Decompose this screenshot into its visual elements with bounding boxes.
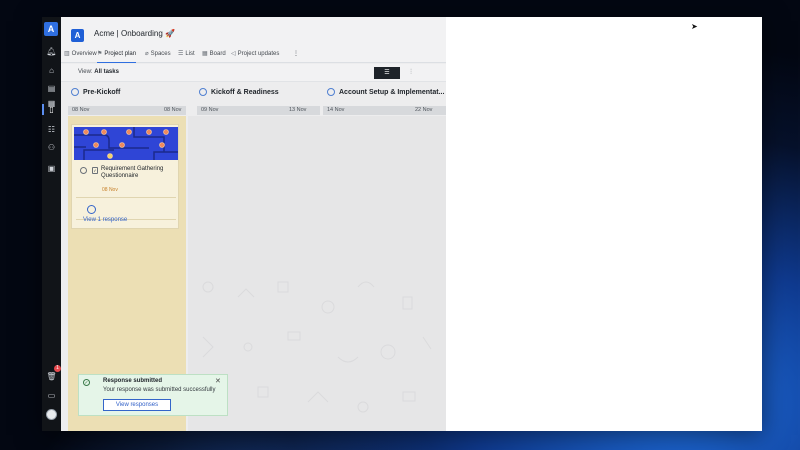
task-card[interactable]: ✓ Requirement Gathering Questionnaire 08… <box>71 124 179 229</box>
bell-icon[interactable]: 🔔︎ <box>46 46 57 57</box>
megaphone-icon: ◁ <box>231 51 236 57</box>
trash-icon[interactable]: 🗑︎ <box>46 371 57 382</box>
browser-window: A 🔔︎ ⌂ ▤ ▦ ▯ ☷ ⚇ ▣ 🗑︎ 1 ▭ A Acme | Onboa… <box>42 17 762 431</box>
chart-icon: ▥ <box>64 51 70 57</box>
phase-date-range: 09 Nov 13 Nov <box>197 106 320 115</box>
reports-icon[interactable]: ▣ <box>46 163 57 174</box>
tab-project-updates[interactable]: ◁ Project updates <box>231 50 279 63</box>
project-tabs: ▥ Overview ⚑ Project plan ⌀ Spaces ☰ List ▦ B… <box>61 48 446 63</box>
phase-header-account-setup[interactable]: Account Setup & Implementat... <box>327 88 446 102</box>
phase-header-kickoff[interactable]: Kickoff & Readiness <box>199 88 314 102</box>
clip-icon: ⌀ <box>145 51 149 57</box>
tab-list[interactable]: ☰ List <box>178 50 195 63</box>
list-view-toggle[interactable]: ☰ <box>374 67 400 79</box>
list-icon: ☰ <box>178 51 184 57</box>
inbox-icon[interactable]: ▤ <box>46 83 57 94</box>
success-toast: ✓ Response submitted Your response was s… <box>78 374 228 416</box>
task-due-date: 08 Nov <box>102 187 118 193</box>
view-response-link[interactable]: View 1 response <box>83 217 127 223</box>
close-icon[interactable]: ✕ <box>215 377 221 385</box>
app-logo[interactable]: A <box>44 22 58 36</box>
timeline-view-toggle[interactable]: ⫶ <box>405 67 417 79</box>
view-filter[interactable]: View: All tasks <box>78 69 119 75</box>
user-avatar[interactable] <box>46 409 57 420</box>
project-title[interactable]: Acme | Onboarding 🚀 <box>94 29 175 38</box>
divider <box>76 197 176 198</box>
assignee-icon[interactable] <box>87 205 96 214</box>
left-nav-rail: A 🔔︎ ⌂ ▤ ▦ ▯ ☷ ⚇ ▣ 🗑︎ 1 ▭ <box>42 17 61 431</box>
phase-status-circle[interactable] <box>71 88 79 96</box>
view-responses-button[interactable]: View responses <box>103 399 171 411</box>
task-name[interactable]: Requirement Gathering Questionnaire <box>101 166 179 180</box>
phase-date-range: 14 Nov 22 Nov <box>323 106 446 115</box>
tasks-icon[interactable]: ☷ <box>46 124 57 135</box>
home-icon[interactable]: ⌂ <box>46 65 57 76</box>
task-complete-checkbox[interactable] <box>80 167 87 174</box>
plan-icon: ⚑ <box>97 51 103 57</box>
tab-overview[interactable]: ▥ Overview <box>64 50 97 63</box>
board-icon: ▦ <box>202 51 208 57</box>
phase-header-pre-kickoff[interactable]: Pre-Kickoff <box>71 88 181 102</box>
toast-title: Response submitted <box>103 378 163 384</box>
side-panel <box>446 17 762 431</box>
notification-badge: 1 <box>54 365 61 372</box>
phase-status-circle[interactable] <box>327 88 335 96</box>
view-toolbar: View: All tasks ☰ ⫶ <box>61 64 446 82</box>
project-app: A Acme | Onboarding 🚀 ▥ Overview ⚑ Project… <box>61 17 446 431</box>
chat-icon[interactable]: ▭ <box>46 390 57 401</box>
more-tabs-button[interactable]: ⋮ <box>293 50 299 63</box>
toast-message: Your response was submitted successfully <box>103 387 216 393</box>
project-avatar: A <box>71 29 84 42</box>
tab-board[interactable]: ▦ Board <box>202 50 226 63</box>
project-header: A Acme | Onboarding 🚀 ▥ Overview ⚑ Project… <box>61 17 446 63</box>
tab-spaces[interactable]: ⌀ Spaces <box>145 50 171 63</box>
form-icon: ✓ <box>92 167 98 174</box>
phase-status-circle[interactable] <box>199 88 207 96</box>
tab-project-plan[interactable]: ⚑ Project plan <box>97 50 137 63</box>
phase-date-range: 08 Nov 08 Nov <box>68 106 186 115</box>
mouse-cursor-icon: ➤ <box>691 22 698 31</box>
task-cover-image <box>74 127 178 160</box>
check-icon: ✓ <box>83 379 90 386</box>
projects-icon[interactable]: ▯ <box>42 104 57 115</box>
users-icon[interactable]: ⚇ <box>46 142 57 153</box>
